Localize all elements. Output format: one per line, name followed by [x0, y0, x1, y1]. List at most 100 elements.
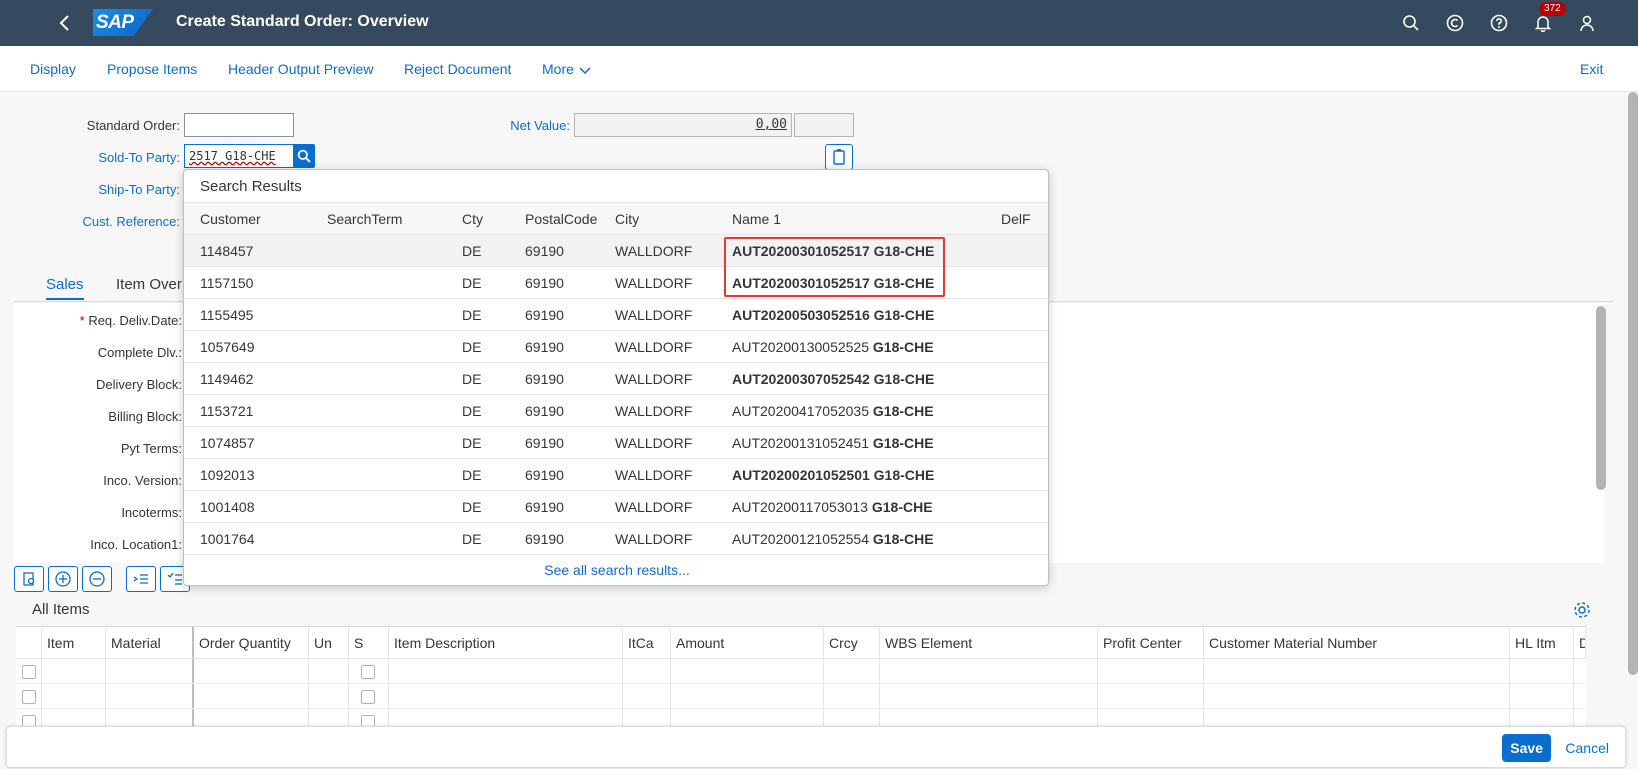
city-cell: WALLDORF — [615, 243, 693, 259]
column-header[interactable]: S — [349, 627, 389, 658]
net-value-label[interactable]: Net Value: — [400, 118, 570, 133]
add-icon — [55, 571, 71, 587]
indent-button[interactable] — [126, 566, 156, 592]
postal-code-cell: 69190 — [525, 531, 564, 547]
search-result-row[interactable]: 1074857 DE 69190 WALLDORF AUT20200131052451 … — [184, 427, 1048, 459]
search-result-row[interactable]: 1153721 DE 69190 WALLDORF AUT20200417052035 … — [184, 395, 1048, 427]
customer-cell: 1001408 — [200, 499, 255, 515]
help-icon[interactable] — [1488, 12, 1510, 34]
item-toolbar — [14, 566, 190, 592]
row-status-checkbox[interactable] — [361, 715, 375, 726]
search-result-row[interactable]: 1155495 DE 69190 WALLDORF AUT20200503052516 … — [184, 299, 1048, 331]
panel-scrollbar[interactable] — [1596, 306, 1606, 490]
column-header[interactable]: ItCa — [623, 627, 671, 658]
chevron-down-icon — [578, 62, 592, 78]
remove-button[interactable] — [82, 566, 112, 592]
row-status-checkbox[interactable] — [361, 690, 375, 704]
user-icon[interactable] — [1576, 12, 1598, 34]
city-cell: WALLDORF — [615, 275, 693, 291]
search-result-row[interactable]: 1149462 DE 69190 WALLDORF AUT20200307052542 … — [184, 363, 1048, 395]
exit-button[interactable]: Exit — [1580, 61, 1603, 77]
sold-to-party-field[interactable]: 2517 G18-CHE — [184, 144, 294, 168]
see-all-results-link[interactable]: See all search results... — [184, 562, 1048, 578]
more-menu[interactable]: More — [542, 61, 592, 78]
column-header[interactable]: WBS Element — [880, 627, 1098, 658]
pyt-terms-label: Pyt Terms: — [120, 441, 182, 456]
column-header[interactable]: HL Itm — [1510, 627, 1574, 658]
column-header[interactable]: Material — [106, 627, 194, 658]
indent-icon — [133, 574, 148, 584]
city-cell: WALLDORF — [615, 499, 693, 515]
save-button[interactable]: Save — [1502, 734, 1551, 762]
column-header[interactable]: Customer Material Number — [1204, 627, 1510, 658]
sold-to-party-label[interactable]: Sold-To Party: — [10, 150, 180, 165]
city-cell: WALLDORF — [615, 371, 693, 387]
column-header[interactable]: Order Quantity — [194, 627, 309, 658]
name1-prefix: AUT20200130052525 — [732, 339, 870, 355]
tab-sales[interactable]: Sales — [46, 276, 84, 300]
customer-cell: 1057649 — [200, 339, 255, 355]
table-row[interactable] — [16, 659, 1586, 684]
reject-document-button[interactable]: Reject Document — [404, 61, 511, 77]
toolbar: Display Propose Items Header Output Prev… — [0, 46, 1638, 92]
standard-order-label: Standard Order: — [86, 118, 180, 133]
search-result-row[interactable]: 1001408 DE 69190 WALLDORF AUT20200117053013 … — [184, 491, 1048, 523]
column-header: PostalCode — [525, 211, 598, 227]
bell-icon[interactable]: 372 — [1532, 2, 1566, 34]
name1-cell: AUT20200131052451 G18-CHE — [732, 435, 934, 451]
items-table-header: Item Material Order Quantity Un S Item D… — [16, 627, 1586, 659]
add-button[interactable] — [48, 566, 78, 592]
sold-to-search-button[interactable] — [293, 144, 315, 168]
name1-cell: AUT20200417052035 G18-CHE — [732, 403, 934, 419]
city-cell: WALLDORF — [615, 403, 693, 419]
copilot-icon[interactable] — [1444, 12, 1466, 34]
column-header[interactable]: Crcy — [824, 627, 880, 658]
ship-to-party-label[interactable]: Ship-To Party: — [10, 182, 180, 197]
column-header[interactable]: Item Description — [389, 627, 623, 658]
row-checkbox[interactable] — [22, 715, 36, 726]
customer-cell: 1074857 — [200, 435, 255, 451]
req-deliv-date-label: * Req. Deliv.Date: — [12, 313, 182, 328]
customer-cell: 1149462 — [200, 371, 254, 387]
search-result-row[interactable]: 1092013 DE 69190 WALLDORF AUT20200201052501 … — [184, 459, 1048, 491]
search-icon[interactable] — [1400, 12, 1422, 34]
gear-icon[interactable] — [1573, 601, 1591, 619]
details-button[interactable] — [14, 566, 44, 592]
search-result-row[interactable]: 1057649 DE 69190 WALLDORF AUT20200130052525 … — [184, 331, 1048, 363]
sap-logo: SAP — [93, 9, 153, 36]
propose-items-button[interactable]: Propose Items — [107, 61, 197, 77]
table-row[interactable] — [16, 684, 1586, 709]
table-row[interactable] — [16, 709, 1586, 726]
postal-code-cell: 69190 — [525, 371, 564, 387]
header-output-preview-button[interactable]: Header Output Preview — [228, 61, 374, 77]
more-label: More — [542, 61, 574, 77]
country-cell: DE — [462, 339, 482, 355]
column-header[interactable]: Amount — [671, 627, 824, 658]
customer-cell: 1092013 — [200, 467, 255, 483]
row-checkbox[interactable] — [22, 690, 36, 704]
display-button[interactable]: Display — [30, 61, 76, 77]
complete-dlv-label: Complete Dlv.: — [97, 345, 182, 360]
cancel-button[interactable]: Cancel — [1565, 740, 1609, 756]
customer-cell: 1001764 — [200, 531, 255, 547]
standard-order-field[interactable] — [184, 113, 294, 137]
search-result-row[interactable]: 1001764 DE 69190 WALLDORF AUT20200121052554 … — [184, 523, 1048, 555]
postal-code-cell: 69190 — [525, 499, 564, 515]
column-header[interactable]: Un — [309, 627, 349, 658]
column-header[interactable]: Item — [42, 627, 106, 658]
copy-button[interactable] — [825, 144, 853, 170]
page-scrollbar[interactable] — [1628, 92, 1638, 675]
cust-reference-label[interactable]: Cust. Reference: — [10, 214, 180, 229]
row-checkbox[interactable] — [22, 665, 36, 679]
column-header[interactable]: D — [1574, 627, 1586, 658]
tab-item-overview[interactable]: Item Over — [116, 276, 182, 293]
column-header[interactable]: Profit Center — [1098, 627, 1204, 658]
details-icon — [23, 572, 35, 586]
column-header: City — [615, 211, 640, 227]
row-status-checkbox[interactable] — [361, 665, 375, 679]
country-cell: DE — [462, 371, 482, 387]
back-icon[interactable] — [54, 12, 76, 34]
name1-match: G18-CHE — [871, 499, 933, 515]
billing-block-label: Billing Block: — [108, 409, 182, 424]
